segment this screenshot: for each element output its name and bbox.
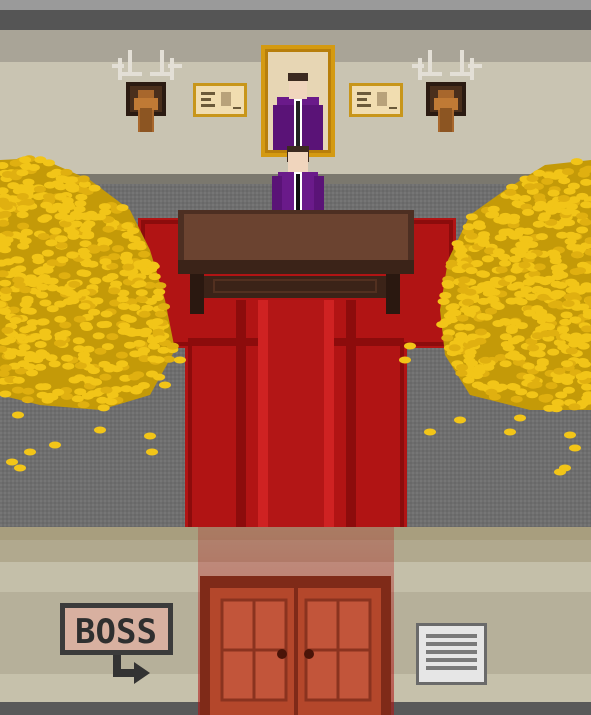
door-knob-left[interactable] bbox=[277, 649, 287, 659]
game-scene: BOSS bbox=[0, 0, 591, 715]
office-scene: BOSS bbox=[0, 0, 591, 715]
ceiling-band bbox=[0, 10, 591, 30]
door-knob-right[interactable] bbox=[304, 649, 314, 659]
wall-vent-icon[interactable] bbox=[416, 623, 487, 685]
ceiling-top bbox=[0, 0, 591, 10]
boss-portrait[interactable] bbox=[261, 45, 335, 157]
boss-sign: BOSS bbox=[60, 603, 173, 655]
office-door[interactable] bbox=[200, 576, 391, 715]
certificate-icon bbox=[193, 83, 247, 117]
certificate-icon bbox=[349, 83, 403, 117]
boss-sign-label: BOSS bbox=[75, 612, 157, 652]
